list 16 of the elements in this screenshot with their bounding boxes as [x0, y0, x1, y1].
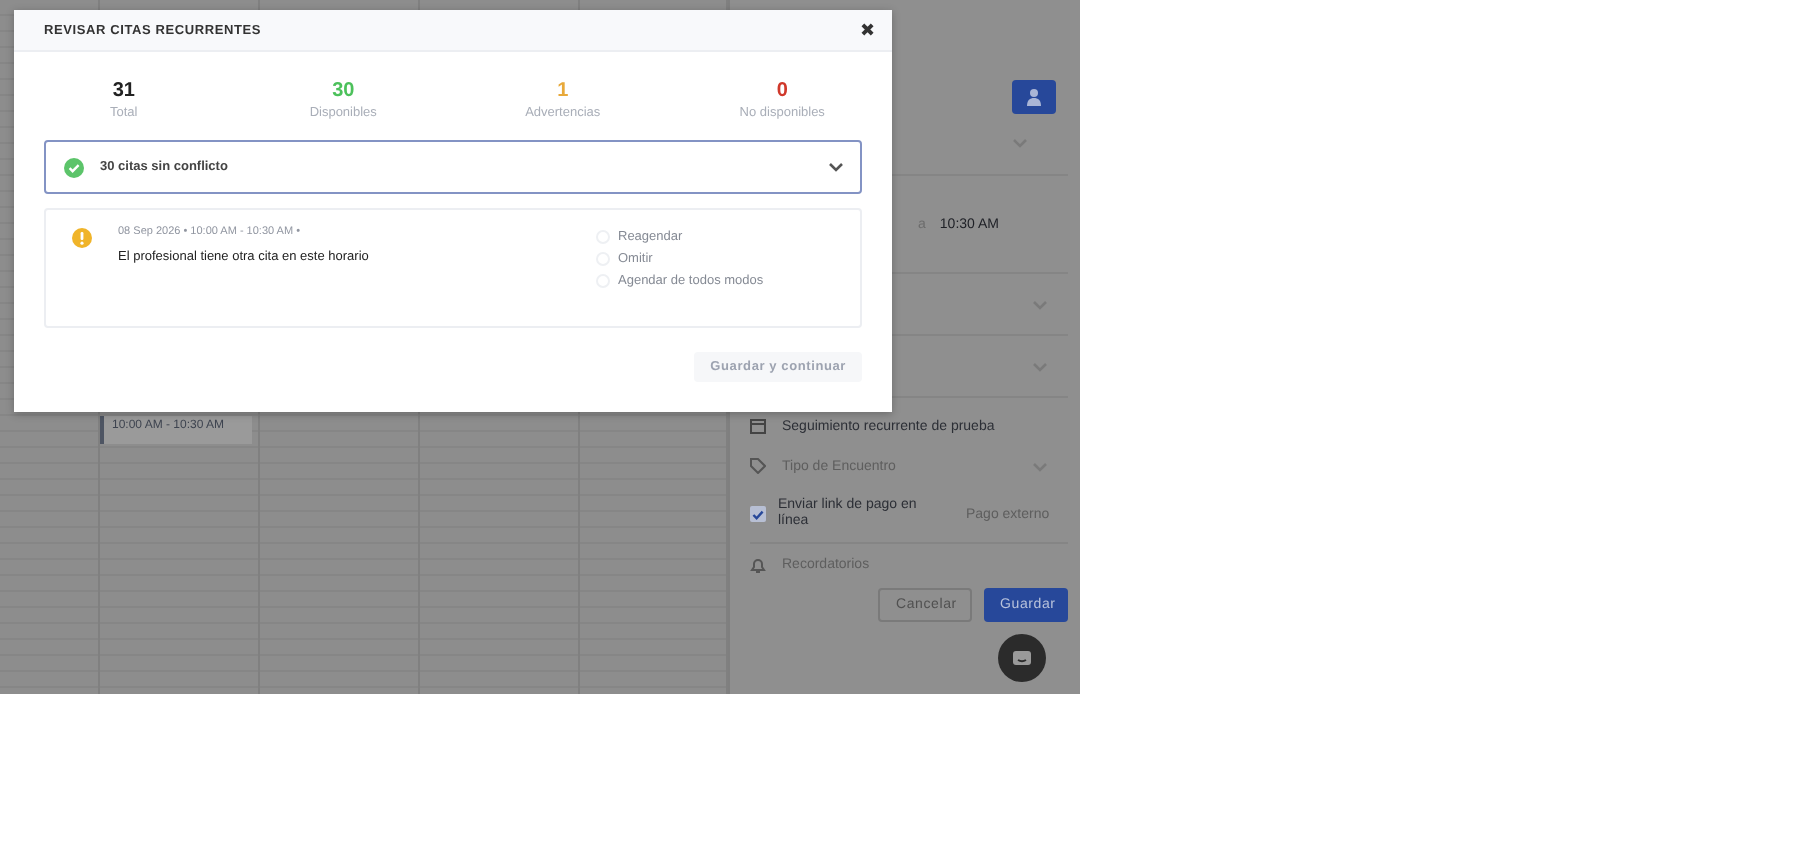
person-plus-icon [1024, 88, 1044, 106]
add-person-button[interactable] [1012, 80, 1056, 114]
tag-icon [750, 458, 766, 474]
chat-button[interactable] [998, 634, 1046, 682]
close-button[interactable]: ✖ [860, 21, 876, 39]
check-circle-icon [64, 157, 84, 177]
chevron-down-icon [828, 162, 844, 172]
calendar-icon [750, 418, 766, 434]
chat-icon [1012, 649, 1032, 667]
stat-value: 1 [555, 80, 571, 104]
warning-icon [72, 228, 92, 248]
bell-icon [750, 555, 766, 573]
checkbox[interactable] [750, 506, 766, 522]
stat-value: 31 [110, 80, 137, 104]
stat-value: 30 [330, 80, 357, 104]
stat-value: 0 [774, 80, 790, 104]
